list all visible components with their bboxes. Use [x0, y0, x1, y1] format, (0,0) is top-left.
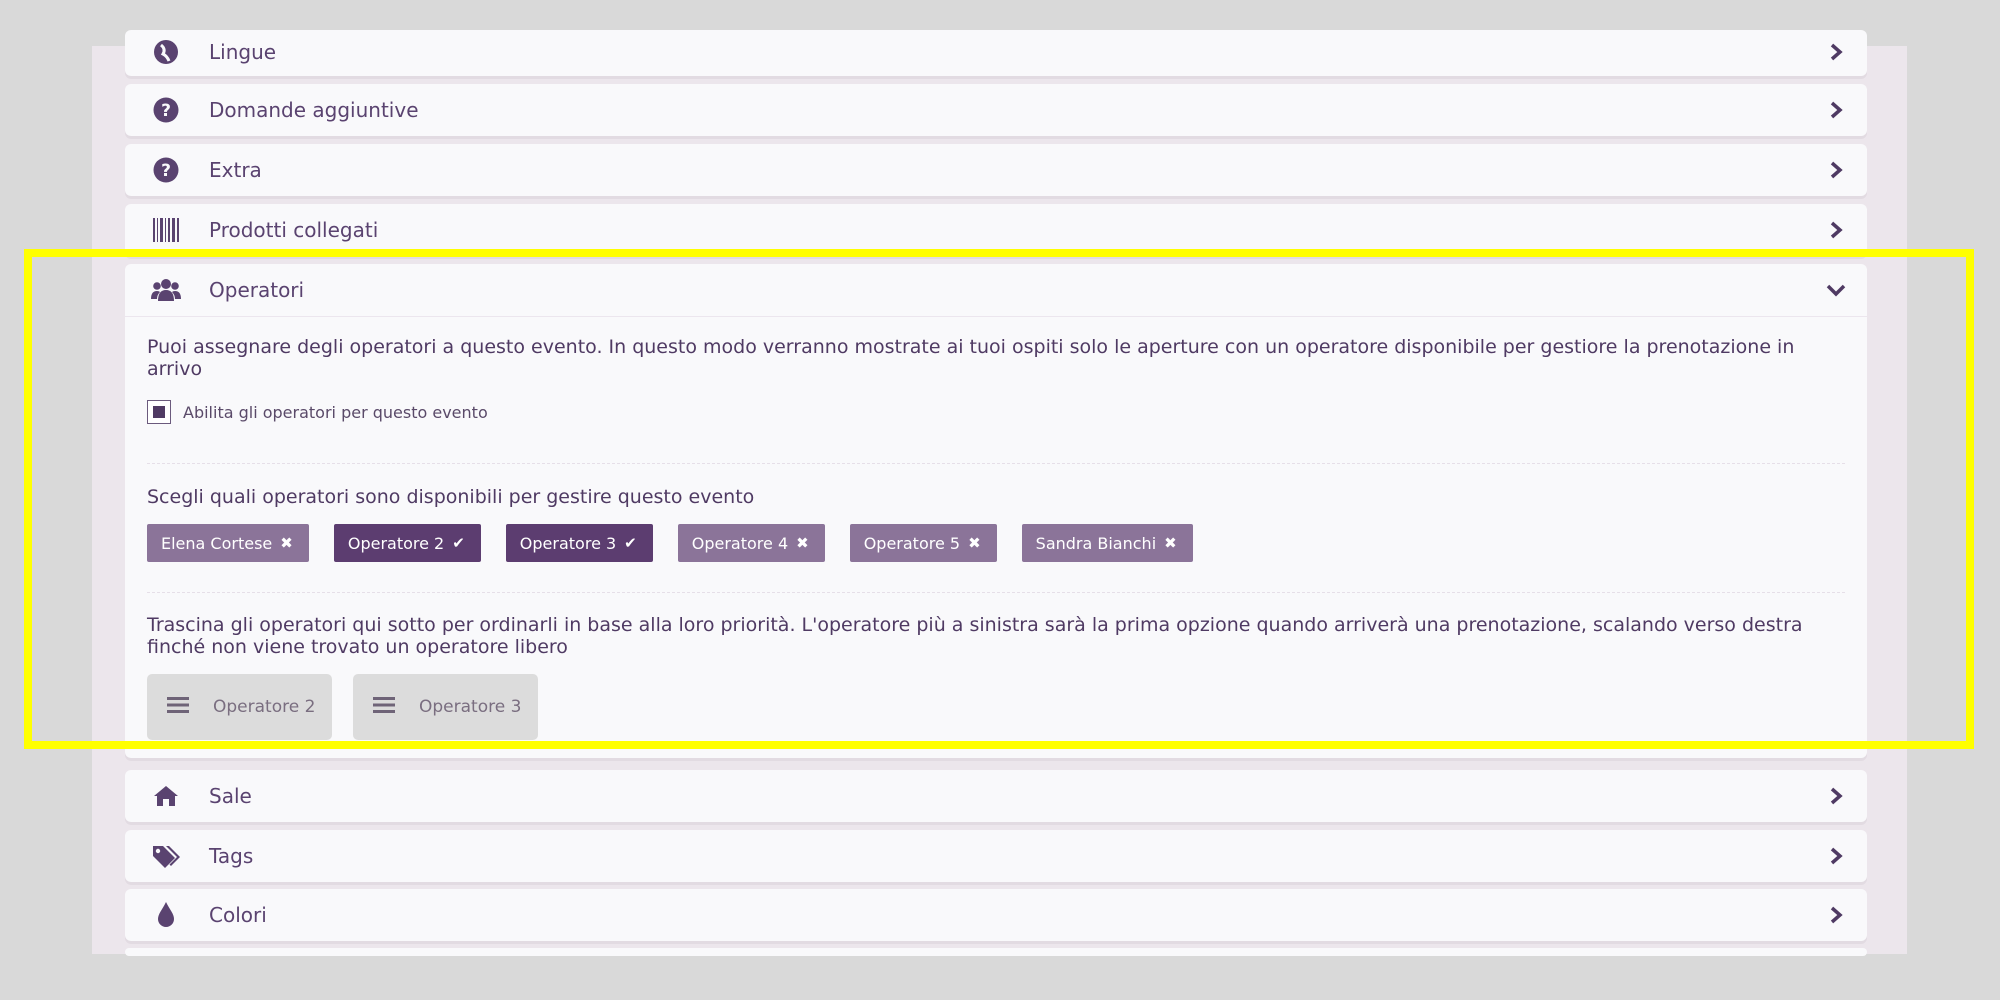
- divider: [147, 463, 1845, 464]
- users-icon: [151, 275, 181, 305]
- svg-text:?: ?: [161, 101, 171, 121]
- droplet-icon: [151, 900, 181, 930]
- divider: [147, 592, 1845, 593]
- tags-icon: [151, 841, 181, 871]
- svg-text:?: ?: [161, 161, 171, 181]
- check-icon: ✔: [452, 534, 465, 552]
- operatori-body: Puoi assegnare degli operatori a questo …: [147, 336, 1845, 740]
- section-lingue[interactable]: Lingue: [125, 30, 1867, 76]
- operator-tag-selected[interactable]: Operatore 3 ✔: [505, 524, 653, 562]
- times-icon: ✖: [796, 534, 809, 552]
- operator-tags: Elena Cortese ✖ Operatore 2 ✔ Operatore …: [147, 524, 1218, 562]
- drag-handle-icon[interactable]: [167, 696, 189, 718]
- section-colori[interactable]: Colori: [125, 889, 1867, 941]
- choose-operators-label: Scegli quali operatori sono disponibili …: [147, 486, 755, 508]
- enable-operators-checkline: Abilita gli operatori per questo evento: [147, 400, 488, 424]
- section-colori-label: Colori: [209, 903, 267, 927]
- question-circle-icon: ?: [151, 155, 181, 185]
- times-icon: ✖: [1164, 534, 1177, 552]
- section-operatori: Operatori Puoi assegnare degli operatori…: [125, 264, 1867, 758]
- operator-tag[interactable]: Operatore 5 ✖: [849, 524, 997, 562]
- section-domande-aggiuntive[interactable]: ? Domande aggiuntive: [125, 84, 1867, 136]
- operator-tag-label: Operatore 2: [347, 533, 445, 553]
- section-tags-label: Tags: [209, 844, 254, 868]
- chevron-down-icon[interactable]: [1825, 279, 1847, 301]
- draggable-operator[interactable]: Operatore 2: [147, 674, 332, 740]
- operator-tag-label: Operatore 5: [863, 533, 961, 553]
- chevron-right-icon: [1825, 785, 1847, 807]
- enable-operators-checkbox[interactable]: [147, 400, 171, 424]
- chevron-right-icon: [1825, 904, 1847, 926]
- section-prodotti-collegati[interactable]: Prodotti collegati: [125, 204, 1867, 256]
- enable-operators-label: Abilita gli operatori per questo evento: [183, 402, 488, 422]
- section-extra[interactable]: ? Extra: [125, 144, 1867, 196]
- chevron-right-icon: [1825, 41, 1847, 63]
- times-icon: ✖: [280, 534, 293, 552]
- section-operatori-label: Operatori: [209, 278, 305, 302]
- section-domande-label: Domande aggiuntive: [209, 98, 419, 122]
- question-circle-icon: ?: [151, 95, 181, 125]
- chevron-right-icon: [1825, 99, 1847, 121]
- operatori-description: Puoi assegnare degli operatori a questo …: [147, 336, 1795, 380]
- section-lingue-label: Lingue: [209, 40, 277, 64]
- chevron-right-icon: [1825, 159, 1847, 181]
- operator-tag-label: Operatore 4: [691, 533, 789, 553]
- section-prodotti-label: Prodotti collegati: [209, 218, 379, 242]
- drag-handle-icon[interactable]: [373, 696, 395, 718]
- section-next: [125, 948, 1867, 956]
- operator-tag[interactable]: Elena Cortese ✖: [147, 524, 309, 562]
- operator-tag-selected[interactable]: Operatore 2 ✔: [333, 524, 481, 562]
- draggable-operator[interactable]: Operatore 3: [353, 674, 538, 740]
- times-icon: ✖: [968, 534, 981, 552]
- section-operatori-header[interactable]: Operatori: [125, 264, 1867, 317]
- operator-tag-label: Elena Cortese: [161, 533, 273, 553]
- draggable-operator-label: Operatore 2: [213, 697, 316, 717]
- check-icon: ✔: [624, 534, 637, 552]
- operator-tag[interactable]: Operatore 4 ✖: [677, 524, 825, 562]
- barcode-icon: [151, 215, 181, 245]
- order-operators-label: Trascina gli operatori qui sotto per ord…: [147, 614, 1803, 658]
- globe-icon: [151, 37, 181, 67]
- section-tags[interactable]: Tags: [125, 830, 1867, 882]
- section-extra-label: Extra: [209, 158, 262, 182]
- home-icon: [151, 781, 181, 811]
- chevron-right-icon: [1825, 845, 1847, 867]
- chevron-right-icon: [1825, 219, 1847, 241]
- operator-tag-label: Operatore 3: [519, 533, 617, 553]
- section-sale-label: Sale: [209, 784, 252, 808]
- draggable-operator-label: Operatore 3: [419, 697, 522, 717]
- operator-tag-label: Sandra Bianchi: [1035, 533, 1157, 553]
- checkbox-checked-mark: [153, 406, 165, 418]
- section-sale[interactable]: Sale: [125, 770, 1867, 822]
- operator-order-list: Operatore 2 Operatore 3: [147, 674, 559, 740]
- operator-tag[interactable]: Sandra Bianchi ✖: [1021, 524, 1193, 562]
